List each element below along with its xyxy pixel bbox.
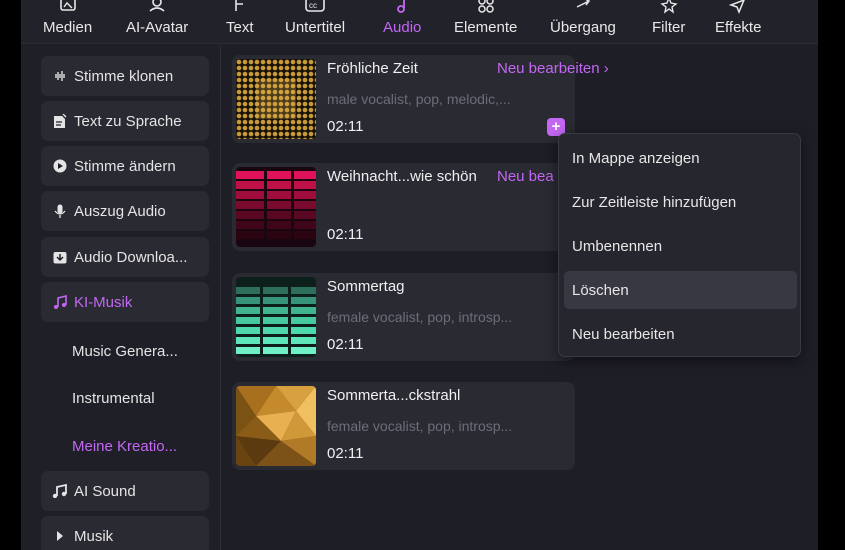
track-duration: 02:11	[327, 445, 364, 462]
track-title: Sommertag	[327, 278, 405, 295]
track-duration: 02:11	[327, 226, 364, 243]
caret-right-icon	[52, 528, 68, 544]
tab-label: Filter	[652, 19, 686, 36]
sidebar-subitem-instrumental[interactable]: Instrumental	[41, 378, 209, 418]
text-icon	[234, 0, 243, 11]
track-description: male vocalist, pop, melodic,...	[327, 91, 511, 107]
sidebar-item-label: KI-Musik	[74, 293, 133, 311]
tab-label: AI-Avatar	[126, 19, 189, 36]
sidebar-item-label: AI Sound	[74, 482, 136, 500]
menu-item-rename[interactable]: Umbenennen	[564, 227, 797, 265]
menu-item-label: Löschen	[572, 281, 629, 299]
sidebar-item-label: Stimme klonen	[74, 67, 174, 85]
sidebar-item-stimme-aendern[interactable]: Stimme ändern	[41, 146, 209, 186]
voice-change-icon	[52, 158, 68, 174]
tab-medien[interactable]: Medien	[43, 0, 92, 44]
track-title: Fröhliche Zeit	[327, 60, 418, 77]
menu-item-delete[interactable]: Löschen	[564, 271, 797, 309]
thumbnail-art	[236, 59, 316, 139]
menu-item-label: Zur Zeitleiste hinzufügen	[572, 193, 737, 211]
tab-elemente[interactable]: Elemente	[454, 0, 517, 44]
elements-icon	[477, 0, 494, 13]
edit-again-link[interactable]: Neu bearbeiten ›	[497, 60, 609, 77]
track-description: female vocalist, pop, introsp...	[327, 309, 513, 325]
sidebar-item-ai-sound[interactable]: AI Sound	[41, 471, 209, 511]
tab-audio[interactable]: Audio	[383, 0, 421, 44]
menu-item-edit-again[interactable]: Neu bearbeiten	[564, 315, 797, 353]
tab-uebergang[interactable]: Übergang	[550, 0, 616, 44]
tab-effekte[interactable]: Effekte	[715, 0, 761, 44]
track-card[interactable]: Sommertag female vocalist, pop, introsp.…	[232, 273, 575, 361]
track-title: Sommerta...ckstrahl	[327, 387, 461, 404]
subtitle-icon: cc	[305, 0, 325, 12]
track-thumbnail	[236, 277, 316, 357]
track-card[interactable]: Fröhliche Zeit Neu bearbeiten › male voc…	[232, 55, 609, 143]
effects-icon	[728, 0, 746, 14]
tab-label: Untertitel	[285, 19, 346, 36]
tab-label: Effekte	[715, 19, 762, 36]
transition-icon	[576, 0, 591, 8]
thumbnail-art	[236, 386, 316, 466]
tab-filter[interactable]: Filter	[652, 0, 685, 44]
thumbnail-art	[236, 167, 316, 247]
sidebar-item-label: Audio Downloa...	[74, 248, 188, 266]
sidebar-item-label: Meine Kreatio...	[72, 437, 178, 455]
download-icon	[52, 249, 68, 265]
top-toolbar: Medien AI-Avatar Text cc Untertitel Audi…	[21, 0, 818, 44]
microphone-icon	[52, 203, 68, 219]
tab-text[interactable]: Text	[226, 0, 254, 44]
menu-item-show-in-folder[interactable]: In Mappe anzeigen	[564, 139, 797, 177]
sidebar-item-auszug-audio[interactable]: Auszug Audio	[41, 191, 209, 231]
sidebar-item-label: Auszug Audio	[74, 202, 166, 220]
sidebar-item-label: Text zu Sprache	[74, 112, 182, 130]
media-icon	[59, 0, 76, 11]
tab-label: Medien	[43, 19, 93, 36]
track-title: Weihnacht...wie schön	[327, 168, 477, 185]
svg-text:cc: cc	[309, 1, 317, 10]
tab-label: Übergang	[550, 19, 616, 36]
sidebar-item-label: Music Genera...	[72, 342, 178, 360]
ai-sound-icon	[52, 483, 68, 499]
menu-item-add-to-timeline[interactable]: Zur Zeitleiste hinzufügen	[564, 183, 797, 221]
tab-label: Audio	[383, 19, 422, 36]
track-thumbnail	[236, 386, 316, 466]
track-duration: 02:11	[327, 118, 364, 135]
sidebar-item-label: Instrumental	[72, 389, 155, 407]
track-card[interactable]: Sommerta...ckstrahl female vocalist, pop…	[232, 382, 575, 470]
sidebar: Stimme klonen Text zu Sprache Stimme änd…	[21, 45, 221, 550]
ai-music-icon	[52, 294, 68, 310]
avatar-icon	[149, 0, 165, 12]
audio-icon	[397, 0, 406, 13]
track-thumbnail	[236, 167, 316, 247]
track-thumbnail	[236, 59, 316, 139]
sidebar-item-label: Musik	[74, 527, 114, 545]
menu-item-label: Neu bearbeiten	[572, 325, 675, 343]
track-card[interactable]: Weihnacht...wie schön Neu bea 02:11	[232, 163, 575, 251]
filter-icon	[659, 0, 678, 14]
menu-item-label: Umbenennen	[572, 237, 663, 255]
sidebar-item-stimme-klonen[interactable]: Stimme klonen	[41, 56, 209, 96]
tab-label: Elemente	[454, 19, 518, 36]
sidebar-item-text-zu-sprache[interactable]: Text zu Sprache	[41, 101, 209, 141]
app-window: Medien AI-Avatar Text cc Untertitel Audi…	[21, 0, 818, 550]
menu-item-label: In Mappe anzeigen	[572, 149, 700, 167]
tab-ai-avatar[interactable]: AI-Avatar	[126, 0, 188, 44]
document-speech-icon	[52, 113, 68, 129]
sidebar-item-musik[interactable]: Musik	[41, 516, 209, 550]
sidebar-item-audio-download[interactable]: Audio Downloa...	[41, 237, 209, 277]
track-description: female vocalist, pop, introsp...	[327, 418, 513, 434]
waveform-icon	[52, 68, 68, 84]
sidebar-item-label: Stimme ändern	[74, 157, 176, 175]
thumbnail-art	[236, 277, 316, 357]
edit-again-link[interactable]: Neu bea	[497, 168, 554, 185]
tab-untertitel[interactable]: cc Untertitel	[285, 0, 345, 44]
tab-label: Text	[226, 19, 254, 36]
track-duration: 02:11	[327, 336, 364, 353]
context-menu: In Mappe anzeigen Zur Zeitleiste hinzufü…	[558, 133, 801, 357]
sidebar-subitem-music-generator[interactable]: Music Genera...	[41, 331, 209, 371]
sidebar-subitem-meine-kreationen[interactable]: Meine Kreatio...	[41, 426, 209, 466]
sidebar-item-ki-musik[interactable]: KI-Musik	[41, 282, 209, 322]
